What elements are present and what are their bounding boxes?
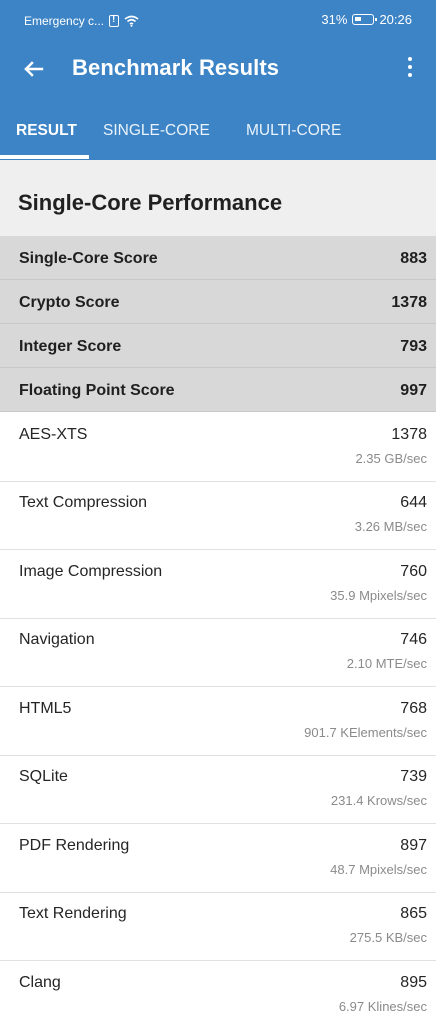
detail-row-text-compression: Text Compression 644 3.26 MB/sec	[0, 482, 436, 550]
summary-row-single-core-score: Single-Core Score 883	[0, 236, 436, 280]
detail-label: Image Compression	[19, 563, 163, 580]
summary-value: 883	[400, 250, 427, 267]
detail-rate: 275.5 KB/sec	[349, 930, 427, 945]
tab-result[interactable]: RESULT	[16, 100, 77, 160]
detail-row-image-compression: Image Compression 760 35.9 Mpixels/sec	[0, 551, 436, 619]
detail-score: 895	[400, 974, 427, 991]
detail-row-text-rendering: Text Rendering 865 275.5 KB/sec	[0, 893, 436, 961]
sim-alert-icon	[109, 14, 120, 27]
detail-score: 1378	[391, 426, 427, 443]
clock-time: 20:26	[379, 12, 412, 27]
detail-row-pdf-rendering: PDF Rendering 897 48.7 Mpixels/sec	[0, 825, 436, 893]
detail-rate: 3.26 MB/sec	[354, 519, 427, 534]
detail-label: Navigation	[19, 631, 95, 648]
detail-score: 768	[400, 700, 427, 717]
back-arrow-icon[interactable]	[21, 56, 47, 82]
active-tab-indicator	[0, 155, 89, 159]
summary-label: Floating Point Score	[19, 382, 175, 399]
tab-single-core[interactable]: SINGLE-CORE	[103, 100, 210, 160]
detail-row-sqlite: SQLite 739 231.4 Krows/sec	[0, 756, 436, 824]
battery-percentage: 31%	[321, 12, 348, 27]
summary-value: 1378	[391, 294, 427, 311]
detail-rate: 48.7 Mpixels/sec	[330, 862, 427, 877]
more-options-icon[interactable]	[400, 57, 420, 81]
top-header: Emergency c... 31% 20:26 Benchmark Resu	[0, 0, 436, 160]
detail-score: 760	[400, 563, 427, 580]
detail-score: 746	[400, 631, 427, 648]
section-header: Single-Core Performance	[0, 160, 436, 236]
detail-label: SQLite	[19, 768, 68, 785]
detail-rate: 901.7 KElements/sec	[304, 725, 427, 740]
summary-row-integer-score: Integer Score 793	[0, 324, 436, 368]
page-title: Benchmark Results	[72, 55, 280, 80]
app-bar: Benchmark Results	[0, 40, 436, 100]
summary-label: Crypto Score	[19, 294, 120, 311]
status-bar: Emergency c... 31% 20:26	[0, 0, 436, 40]
detail-label: Clang	[19, 974, 61, 991]
detail-label: AES-XTS	[19, 426, 88, 443]
detail-rate: 2.35 GB/sec	[355, 451, 427, 466]
detail-score: 739	[400, 768, 427, 785]
status-right: 31% 20:26	[321, 12, 412, 27]
status-left: Emergency c...	[24, 14, 139, 28]
summary-label: Integer Score	[19, 338, 122, 355]
detail-label: Text Compression	[19, 494, 148, 511]
summary-value: 793	[400, 338, 427, 355]
detail-label: Text Rendering	[19, 905, 127, 922]
detail-score: 644	[400, 494, 427, 511]
summary-row-floating-point-score: Floating Point Score 997	[0, 368, 436, 412]
summary-value: 997	[400, 382, 427, 399]
summary-row-crypto-score: Crypto Score 1378	[0, 280, 436, 324]
detail-score: 865	[400, 905, 427, 922]
detail-label: PDF Rendering	[19, 837, 130, 854]
carrier-label: Emergency c...	[24, 14, 105, 28]
detail-rate: 2.10 MTE/sec	[346, 656, 427, 671]
detail-row-html5: HTML5 768 901.7 KElements/sec	[0, 688, 436, 756]
detail-row-clang: Clang 895 6.97 Klines/sec	[0, 962, 436, 1024]
detail-rate: 231.4 Krows/sec	[330, 793, 427, 808]
section-title: Single-Core Performance	[18, 190, 283, 215]
detail-row-aes-xts: AES-XTS 1378 2.35 GB/sec	[0, 414, 436, 482]
battery-icon	[352, 14, 378, 25]
detail-row-navigation: Navigation 746 2.10 MTE/sec	[0, 619, 436, 687]
detail-rate: 35.9 Mpixels/sec	[330, 588, 427, 603]
detail-score: 897	[400, 837, 427, 854]
tab-multi-core[interactable]: MULTI-CORE	[246, 100, 341, 160]
summary-label: Single-Core Score	[19, 250, 158, 267]
detail-label: HTML5	[19, 700, 72, 717]
tab-bar: RESULT SINGLE-CORE MULTI-CORE	[0, 100, 436, 160]
detail-rate: 6.97 Klines/sec	[338, 999, 427, 1014]
wifi-icon	[124, 15, 139, 27]
